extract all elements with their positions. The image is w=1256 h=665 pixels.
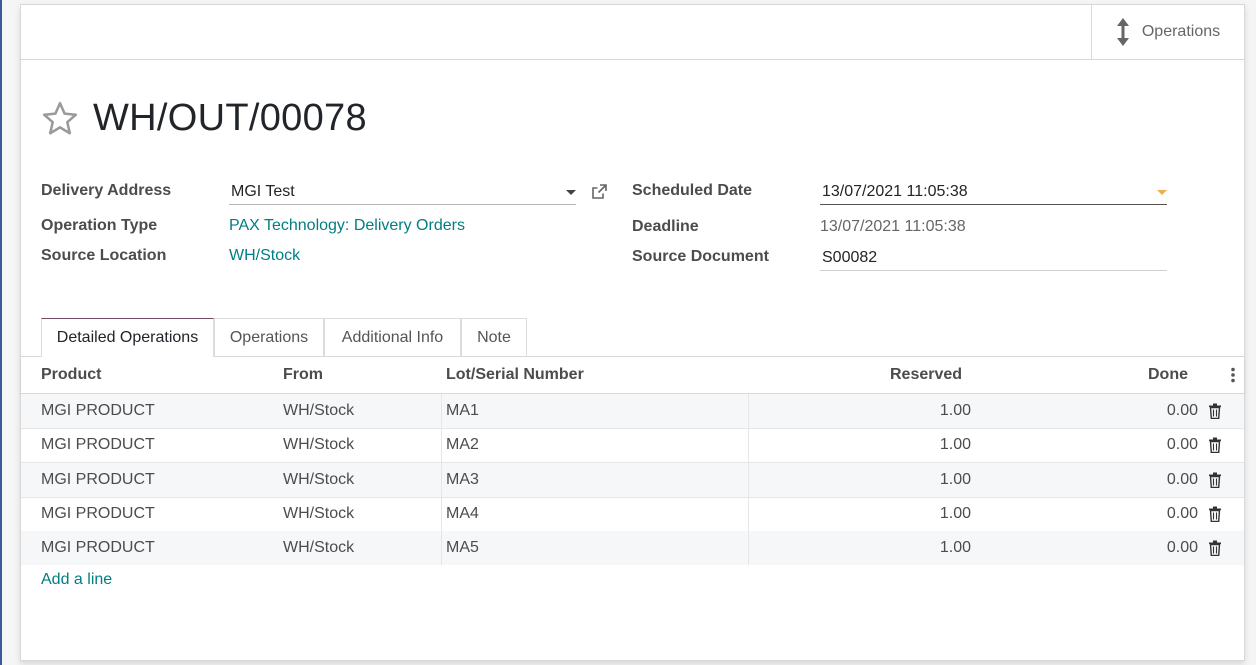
vertical-arrows-icon xyxy=(1116,18,1129,46)
kebab-icon[interactable] xyxy=(1230,367,1236,383)
record-title-row: WH/OUT/00078 xyxy=(41,97,367,140)
column-divider xyxy=(441,428,442,462)
delivery-address-field[interactable]: MGI Test xyxy=(229,179,576,205)
column-header-reserved[interactable]: Reserved xyxy=(890,366,962,384)
cell-done[interactable]: 0.00 xyxy=(1121,539,1198,557)
operations-smart-button[interactable]: Operations xyxy=(1091,5,1244,59)
trash-icon[interactable] xyxy=(1208,403,1222,419)
cell-reserved: 1.00 xyxy=(939,539,971,556)
table-row[interactable]: MGI PRODUCT WH/Stock MA2 1.00 0.00 xyxy=(21,428,1244,463)
cell-done[interactable]: 0.00 xyxy=(1121,402,1198,420)
scheduled-date-value: 13/07/2021 11:05:38 xyxy=(822,183,968,200)
source-document-label: Source Document xyxy=(632,248,769,265)
cell-product: MGI PRODUCT xyxy=(41,505,155,522)
tab-label: Additional Info xyxy=(341,328,444,346)
column-header-lot[interactable]: Lot/Serial Number xyxy=(446,366,584,384)
operation-type-label: Operation Type xyxy=(41,217,158,234)
cell-from: WH/Stock xyxy=(283,402,355,419)
column-divider xyxy=(441,531,442,565)
tab-note[interactable]: Note xyxy=(461,318,527,356)
caret-down-icon[interactable] xyxy=(1157,190,1167,195)
cell-product: MGI PRODUCT xyxy=(41,471,155,488)
tab-label: Operations xyxy=(229,328,309,346)
column-divider xyxy=(748,428,749,462)
trash-icon[interactable] xyxy=(1208,437,1222,453)
tab-label: Detailed Operations xyxy=(56,329,199,346)
page-title: WH/OUT/00078 xyxy=(93,97,367,139)
source-location-link[interactable]: WH/Stock xyxy=(229,247,300,265)
cell-done[interactable]: 0.00 xyxy=(1121,436,1198,454)
table-row[interactable]: MGI PRODUCT WH/Stock MA1 1.00 0.00 xyxy=(21,394,1244,429)
table-row[interactable]: MGI PRODUCT WH/Stock MA3 1.00 0.00 xyxy=(21,463,1244,498)
cell-product: MGI PRODUCT xyxy=(41,436,155,453)
column-divider xyxy=(748,463,749,497)
table-row[interactable]: MGI PRODUCT WH/Stock MA5 1.00 0.00 xyxy=(21,531,1244,565)
form-sheet: Operations WH/OUT/00078 Delivery Address… xyxy=(20,4,1245,661)
trash-icon[interactable] xyxy=(1208,506,1222,522)
cell-reserved: 1.00 xyxy=(939,402,971,419)
column-header-from[interactable]: From xyxy=(283,366,323,384)
tab-operations[interactable]: Operations xyxy=(214,318,324,356)
table-row[interactable]: MGI PRODUCT WH/Stock MA4 1.00 0.00 xyxy=(21,497,1244,533)
cell-from: WH/Stock xyxy=(283,539,355,556)
cell-done[interactable]: 0.00 xyxy=(1121,505,1198,523)
operations-smart-button-label: Operations xyxy=(1141,23,1221,40)
column-divider xyxy=(748,394,749,428)
cell-reserved: 1.00 xyxy=(939,436,971,453)
cell-lot: MA2 xyxy=(446,436,479,453)
cell-from: WH/Stock xyxy=(283,471,355,488)
caret-down-icon[interactable] xyxy=(566,190,576,195)
star-outline-icon[interactable] xyxy=(41,100,79,138)
cell-lot: MA4 xyxy=(446,505,479,522)
trash-icon[interactable] xyxy=(1208,540,1222,556)
column-divider xyxy=(441,497,442,531)
cell-product: MGI PRODUCT xyxy=(41,539,155,556)
cell-reserved: 1.00 xyxy=(939,505,971,522)
external-link-icon[interactable] xyxy=(591,184,607,200)
cell-lot: MA3 xyxy=(446,471,479,488)
cell-from: WH/Stock xyxy=(283,436,355,453)
trash-icon[interactable] xyxy=(1208,472,1222,488)
cell-done[interactable]: 0.00 xyxy=(1121,471,1198,489)
source-location-label: Source Location xyxy=(41,247,167,264)
window-edge xyxy=(0,0,2,665)
source-document-value: S00082 xyxy=(822,249,878,266)
cell-product: MGI PRODUCT xyxy=(41,402,155,419)
delivery-address-value: MGI Test xyxy=(231,183,295,200)
cell-reserved: 1.00 xyxy=(939,471,971,488)
column-divider xyxy=(748,497,749,531)
delivery-address-label: Delivery Address xyxy=(41,182,172,199)
source-document-field[interactable]: S00082 xyxy=(820,245,1167,271)
tab-detailed-operations[interactable]: Detailed Operations xyxy=(41,318,214,357)
notebook-tabs: Detailed Operations Operations Additiona… xyxy=(21,318,1244,357)
scheduled-date-label: Scheduled Date xyxy=(632,182,753,199)
cell-lot: MA1 xyxy=(446,402,479,419)
column-divider xyxy=(441,394,442,428)
add-a-line-link[interactable]: Add a line xyxy=(41,571,112,589)
scheduled-date-field[interactable]: 13/07/2021 11:05:38 xyxy=(820,179,1167,205)
cell-lot: MA5 xyxy=(446,539,479,556)
tab-additional-info[interactable]: Additional Info xyxy=(324,318,461,356)
deadline-label: Deadline xyxy=(632,218,699,235)
column-divider xyxy=(441,463,442,497)
deadline-value: 13/07/2021 11:05:38 xyxy=(820,218,966,235)
tab-label: Note xyxy=(477,328,511,346)
column-divider xyxy=(748,531,749,565)
cell-from: WH/Stock xyxy=(283,505,355,522)
operation-type-link[interactable]: PAX Technology: Delivery Orders xyxy=(229,217,465,235)
column-header-product[interactable]: Product xyxy=(41,366,101,384)
column-header-done[interactable]: Done xyxy=(1148,366,1188,384)
button-box: Operations xyxy=(21,5,1244,60)
table-header: Product From Lot/Serial Number Reserved … xyxy=(21,357,1244,394)
